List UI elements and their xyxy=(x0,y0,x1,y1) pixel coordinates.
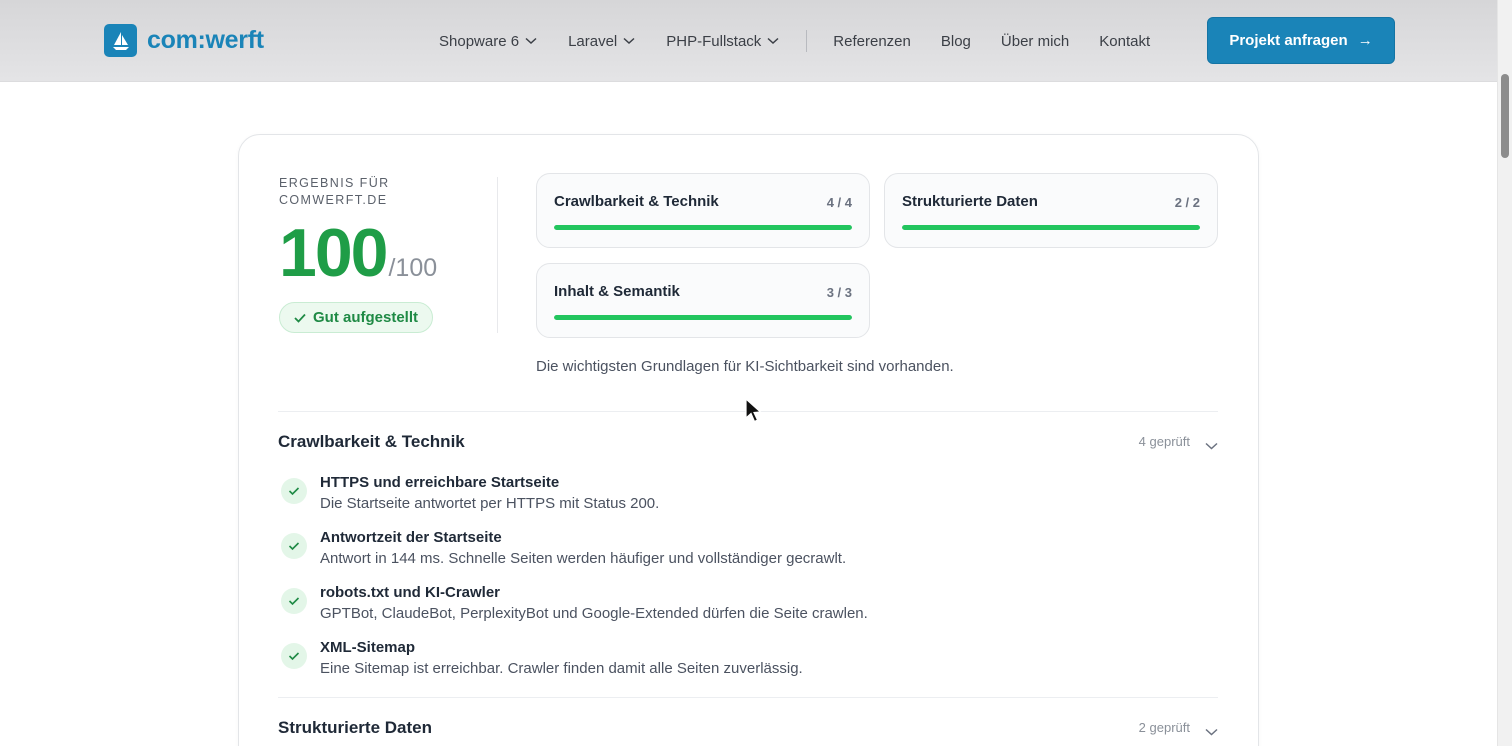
progress-bar xyxy=(554,315,852,320)
nav-item-php-fullstack[interactable]: PHP-Fullstack xyxy=(666,33,779,50)
check-title: robots.txt und KI-Crawler xyxy=(320,584,501,601)
divider xyxy=(278,697,1218,698)
status-badge: Gut aufgestellt xyxy=(279,302,434,333)
project-request-button[interactable]: Projekt anfragen → xyxy=(1207,17,1395,64)
check-desc: Die Startseite antwortet per HTTPS mit S… xyxy=(320,495,660,512)
summary-text: Die wichtigsten Grundlagen für KI-Sichtb… xyxy=(536,358,954,375)
progress-bar xyxy=(902,225,1200,230)
category-title: Strukturierte Daten xyxy=(902,193,1038,210)
logo[interactable]: com:werft xyxy=(104,24,264,57)
section-meta: 2 geprüft xyxy=(1138,720,1190,735)
section-meta: 4 geprüft xyxy=(1138,434,1190,449)
chevron-down-icon[interactable] xyxy=(1205,723,1218,741)
category-title: Crawlbarkeit & Technik xyxy=(554,193,719,210)
mouse-cursor-icon xyxy=(745,397,763,429)
arrow-right-icon: → xyxy=(1357,32,1373,49)
check-title: Antwortzeit der Startseite xyxy=(320,529,502,546)
category-count: 4 / 4 xyxy=(826,195,852,210)
category-count: 2 / 2 xyxy=(1174,195,1200,210)
section-title-strukturierte-daten[interactable]: Strukturierte Daten xyxy=(278,718,432,738)
check-icon xyxy=(281,643,307,669)
nav-item-kontakt[interactable]: Kontakt xyxy=(1099,33,1150,50)
result-card: ERGEBNIS FÜR COMWERFT.DE 100 /100 Gut au… xyxy=(238,134,1259,746)
category-title: Inhalt & Semantik xyxy=(554,283,680,300)
chevron-down-icon xyxy=(525,37,537,45)
check-icon xyxy=(281,533,307,559)
score-max: /100 xyxy=(388,254,438,282)
chevron-down-icon xyxy=(623,37,635,45)
scrollbar-thumb[interactable] xyxy=(1501,74,1509,158)
check-desc: Antwort in 144 ms. Schnelle Seiten werde… xyxy=(320,550,847,567)
check-icon xyxy=(281,588,307,614)
check-icon xyxy=(294,313,306,323)
check-desc: Eine Sitemap ist erreichbar. Crawler fin… xyxy=(320,660,803,677)
nav-item-referenzen[interactable]: Referenzen xyxy=(833,33,911,50)
nav-divider xyxy=(806,30,808,52)
divider xyxy=(497,177,498,333)
category-card-inhalt-semantik: Inhalt & Semantik 3 / 3 xyxy=(536,263,870,338)
progress-bar xyxy=(554,225,852,230)
check-icon xyxy=(281,478,307,504)
logo-text: com:werft xyxy=(147,26,264,54)
category-card-crawlbarkeit: Crawlbarkeit & Technik 4 / 4 xyxy=(536,173,870,248)
nav-item-laravel[interactable]: Laravel xyxy=(568,33,635,50)
result-label: ERGEBNIS FÜR COMWERFT.DE xyxy=(279,176,390,207)
sailboat-icon xyxy=(104,24,137,57)
progress-fill xyxy=(554,225,852,230)
category-card-strukturierte-daten: Strukturierte Daten 2 / 2 xyxy=(884,173,1218,248)
check-title: XML-Sitemap xyxy=(320,639,416,656)
category-count: 3 / 3 xyxy=(826,285,852,300)
nav-item-shopware[interactable]: Shopware 6 xyxy=(439,33,537,50)
progress-fill xyxy=(902,225,1200,230)
site-header: com:werft Shopware 6 Laravel PHP-Fullsta… xyxy=(0,0,1497,82)
chevron-down-icon[interactable] xyxy=(1205,437,1218,455)
score-value: 100 xyxy=(279,215,388,291)
progress-fill xyxy=(554,315,852,320)
score: 100 /100 xyxy=(279,219,437,287)
section-title-crawlbarkeit[interactable]: Crawlbarkeit & Technik xyxy=(278,432,465,452)
check-title: HTTPS und erreichbare Startseite xyxy=(320,474,560,491)
nav-item-ueber-mich[interactable]: Über mich xyxy=(1001,33,1069,50)
check-desc: GPTBot, ClaudeBot, PerplexityBot und Goo… xyxy=(320,605,868,622)
nav-item-blog[interactable]: Blog xyxy=(941,33,971,50)
scrollbar[interactable] xyxy=(1497,0,1512,746)
main-nav: Shopware 6 Laravel PHP-Fullstack Referen… xyxy=(439,29,1150,53)
chevron-down-icon xyxy=(767,37,779,45)
